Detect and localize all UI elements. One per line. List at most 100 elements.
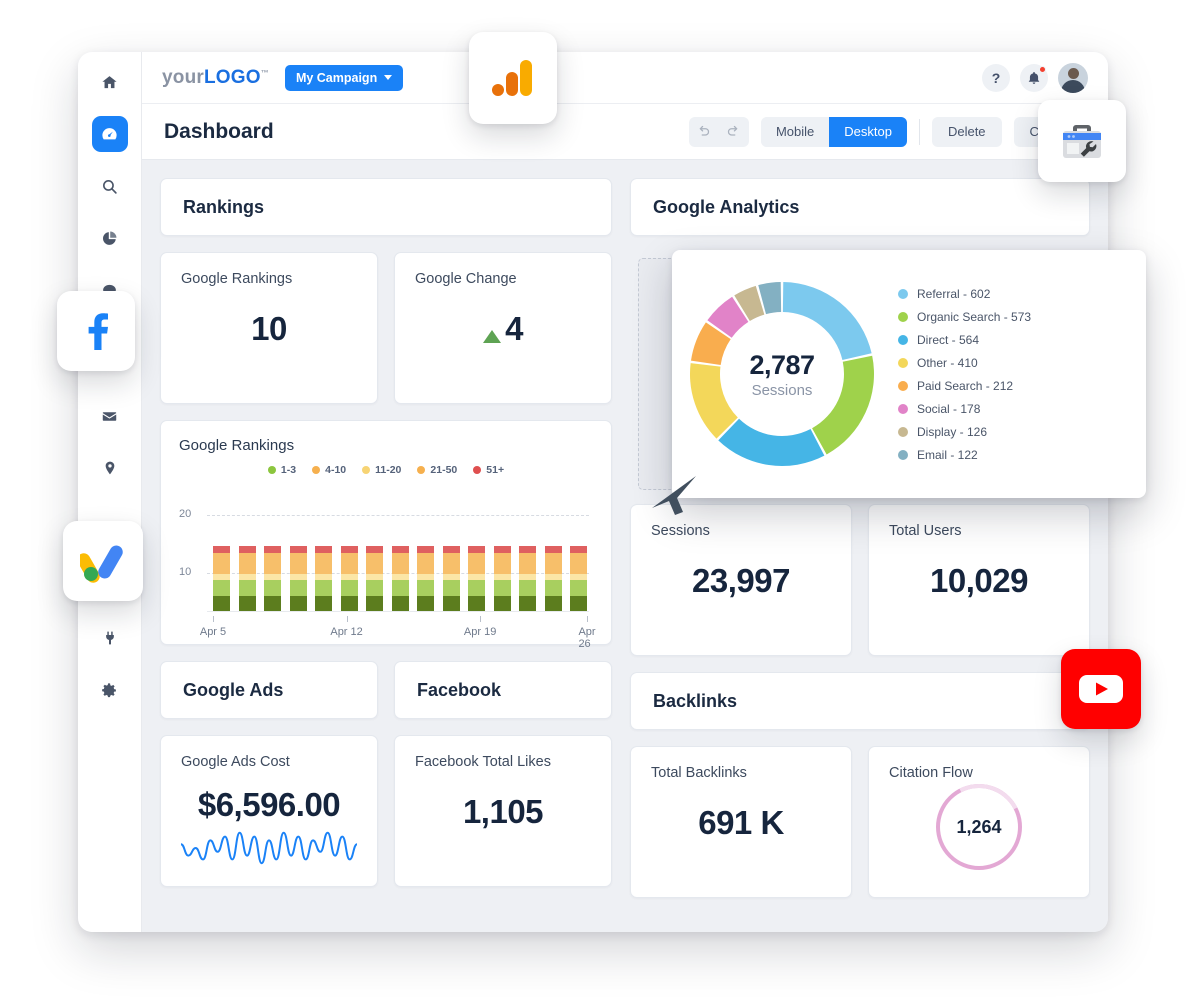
- google-analytics-badge[interactable]: [469, 32, 557, 124]
- bar-segment: [544, 546, 562, 554]
- table-row[interactable]: [315, 546, 332, 612]
- bar-segment: [289, 546, 307, 554]
- section-card-google-ads[interactable]: Google Ads: [160, 661, 378, 719]
- kpi-card-facebook-likes[interactable]: Facebook Total Likes 1,105: [394, 735, 612, 887]
- table-row[interactable]: [468, 546, 485, 612]
- sidebar-item-home[interactable]: [92, 64, 128, 100]
- avatar[interactable]: [1058, 62, 1088, 93]
- table-row[interactable]: [289, 546, 307, 612]
- sidebar-item-search[interactable]: [92, 168, 128, 204]
- kpi-value-wrap: 4: [415, 287, 591, 385]
- donut-slice[interactable]: [690, 363, 738, 439]
- section-card-facebook[interactable]: Facebook: [394, 661, 612, 719]
- table-row[interactable]: [544, 546, 562, 612]
- legend-dot: [362, 466, 371, 474]
- table-row[interactable]: [340, 546, 358, 612]
- kpi-label: Google Change: [415, 271, 517, 287]
- section-card-backlinks[interactable]: Backlinks: [630, 672, 1090, 730]
- bar-segment: [289, 595, 307, 612]
- legend-dot: [898, 288, 908, 299]
- table-row[interactable]: [366, 546, 383, 612]
- donut-slice[interactable]: [718, 418, 825, 466]
- table-row[interactable]: [238, 546, 256, 612]
- table-row[interactable]: [391, 546, 409, 612]
- campaign-selector-button[interactable]: My Campaign: [284, 64, 404, 91]
- sidebar-item-dashboard[interactable]: [91, 116, 128, 152]
- list-item[interactable]: Social - 178: [898, 402, 1132, 416]
- legend-label: Email - 122: [917, 447, 978, 462]
- avatar-body: [1061, 79, 1085, 93]
- bar-segment: [468, 579, 485, 596]
- donut-legend: Referral - 602 Organic Search - 573 Direct…: [882, 287, 1132, 462]
- table-row[interactable]: [264, 546, 281, 612]
- facebook-badge[interactable]: [57, 291, 135, 371]
- youtube-badge[interactable]: [1061, 649, 1141, 729]
- table-row[interactable]: [519, 546, 536, 612]
- notifications-button[interactable]: [1020, 63, 1048, 92]
- delete-button[interactable]: Delete: [931, 116, 1002, 147]
- app-logo: yourLOGO™: [162, 67, 269, 89]
- section-card-rankings[interactable]: Rankings: [160, 178, 612, 236]
- view-mode-mobile[interactable]: Mobile: [760, 116, 830, 147]
- table-row[interactable]: [213, 546, 230, 612]
- logo-light: your: [162, 66, 204, 88]
- redo-button[interactable]: [719, 117, 749, 147]
- legend-dot: [898, 380, 908, 391]
- bar-segment: [544, 553, 562, 575]
- bar-segment: [417, 595, 434, 612]
- view-mode-desktop[interactable]: Desktop: [829, 116, 907, 147]
- map-pin-icon: [105, 461, 114, 475]
- list-item[interactable]: Email - 122: [898, 448, 1132, 462]
- bar-segment: [493, 553, 511, 575]
- kpi-card-citation-flow[interactable]: Citation Flow 1,264: [868, 746, 1090, 898]
- sidebar-item-settings[interactable]: [92, 672, 128, 708]
- sidebar-item-reports[interactable]: [92, 220, 128, 256]
- sidebar-item-locations[interactable]: [92, 450, 128, 486]
- list-item[interactable]: Other - 410: [898, 356, 1132, 370]
- x-axis-tick-label: Apr 5: [199, 626, 227, 638]
- search-console-badge[interactable]: [1038, 100, 1126, 182]
- table-row[interactable]: [442, 546, 460, 612]
- kpi-card-google-ads-cost[interactable]: Google Ads Cost $6,596.00: [160, 735, 378, 887]
- sidebar-item-email[interactable]: [92, 398, 128, 434]
- bar-segment: [570, 553, 587, 575]
- bar-segment: [340, 553, 358, 575]
- section-card-google-analytics[interactable]: Google Analytics: [630, 178, 1090, 236]
- kpi-card-total-backlinks[interactable]: Total Backlinks 691 K: [630, 746, 852, 898]
- bar-segment: [238, 546, 256, 554]
- analytics-kpi-row: Sessions 23,997 Total Users 10,029: [630, 504, 1090, 656]
- kpi-card-google-rankings[interactable]: Google Rankings 10: [160, 252, 378, 404]
- kpi-label: Google Rankings: [181, 271, 293, 287]
- bar-segment: [366, 553, 383, 575]
- kpi-value: 23,997: [692, 562, 790, 599]
- donut-slice[interactable]: [782, 282, 872, 361]
- list-item[interactable]: Referral - 602: [898, 287, 1132, 301]
- bar-segment: [391, 595, 409, 612]
- bar-segment: [570, 595, 587, 612]
- table-row[interactable]: [493, 546, 511, 612]
- bar-series-container: [213, 494, 587, 612]
- chart-card-google-rankings[interactable]: Google Rankings 1-3 4-10 11-20 21-50 51+ 20 …: [160, 420, 612, 650]
- table-row[interactable]: [417, 546, 434, 612]
- undo-button[interactable]: [689, 117, 719, 147]
- kpi-card-google-change[interactable]: Google Change 4: [394, 252, 612, 404]
- kpi-card-total-users[interactable]: Total Users 10,029: [868, 504, 1090, 656]
- google-ads-badge[interactable]: [63, 521, 143, 601]
- x-axis-tick-label: Apr 19: [463, 626, 497, 638]
- table-row[interactable]: [570, 546, 587, 612]
- list-item[interactable]: Organic Search - 573: [898, 310, 1132, 324]
- kpi-card-sessions[interactable]: Sessions 23,997: [630, 504, 852, 656]
- bar-segment: [442, 595, 460, 612]
- google-analytics-popup[interactable]: 2,787 Sessions Referral - 602 Organic Sea…: [672, 250, 1146, 498]
- donut-slice[interactable]: [812, 355, 874, 455]
- help-button[interactable]: ?: [982, 63, 1010, 92]
- logo-trademark: ™: [260, 68, 269, 78]
- list-item[interactable]: Display - 126: [898, 425, 1132, 439]
- list-item[interactable]: Direct - 564: [898, 333, 1132, 347]
- sessions-donut-chart[interactable]: 2,787 Sessions: [682, 274, 882, 474]
- sidebar-item-integrations[interactable]: [92, 620, 128, 656]
- donut-svg: [690, 282, 874, 466]
- list-item[interactable]: Paid Search - 212: [898, 379, 1132, 393]
- home-icon: [102, 75, 117, 88]
- page-header-tools: Mobile Desktop Delete Cancel: [688, 116, 1086, 147]
